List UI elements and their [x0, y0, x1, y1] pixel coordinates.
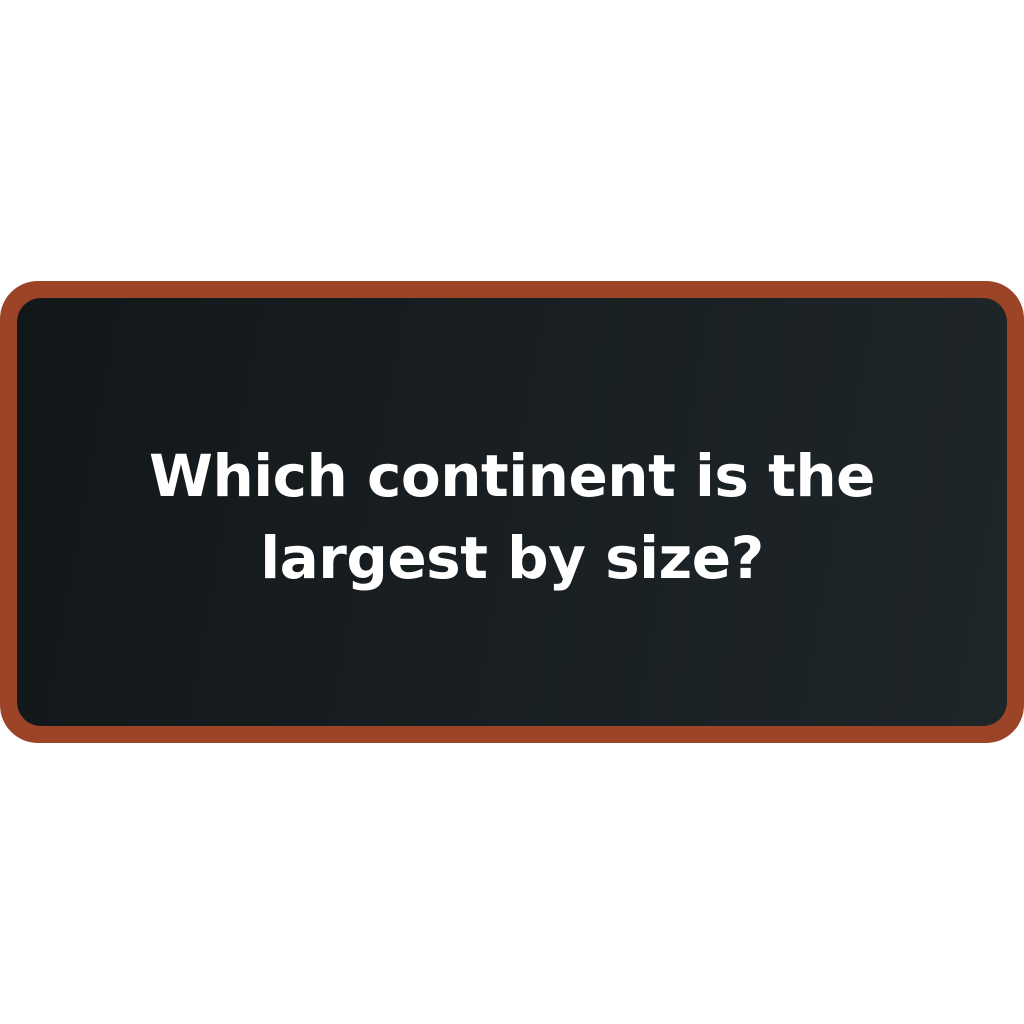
question-card-panel: Which continent is the largest by size? [17, 298, 1007, 726]
question-text: Which continent is the largest by size? [149, 442, 875, 592]
question-card: Which continent is the largest by size? [0, 281, 1024, 743]
